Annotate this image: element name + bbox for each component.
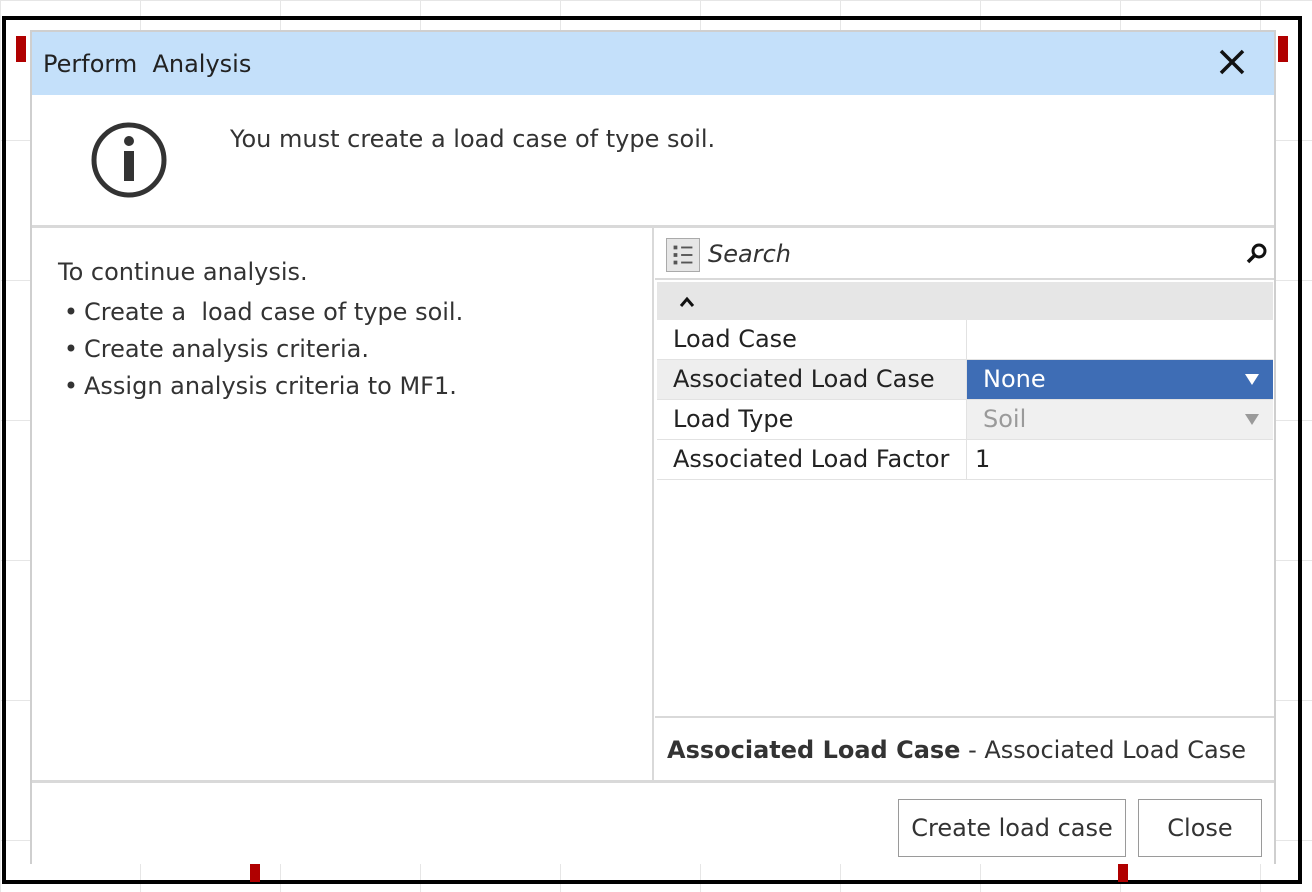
close-button[interactable]: Close xyxy=(1138,799,1262,857)
dropdown-value: None xyxy=(983,365,1046,393)
property-row-associated-load-case[interactable]: Associated Load Case None xyxy=(657,360,1273,400)
property-search-bar xyxy=(655,228,1274,280)
help-property-name: Associated Load Case xyxy=(667,736,961,764)
associated-load-factor-field[interactable]: 1 xyxy=(967,440,1273,479)
property-help-panel: Associated Load Case - Associated Load C… xyxy=(655,716,1274,780)
content-area: To continue analysis. Create a load case… xyxy=(32,228,1274,780)
help-separator: - xyxy=(960,736,985,764)
help-description: Associated Load Case xyxy=(984,736,1247,764)
categorized-view-icon[interactable] xyxy=(666,238,700,272)
perform-analysis-dialog: Perform Analysis You must create a load … xyxy=(30,30,1276,864)
property-grid: Load Case Associated Load Case None xyxy=(655,228,1274,780)
dialog-title: Perform Analysis xyxy=(43,50,252,78)
dropdown-value: Soil xyxy=(983,405,1027,433)
close-icon[interactable] xyxy=(1212,42,1252,82)
help-text: Associated Load Case - Associated Load C… xyxy=(667,736,1246,764)
search-icon[interactable] xyxy=(1246,242,1268,264)
property-row-associated-load-factor[interactable]: Associated Load Factor 1 xyxy=(657,440,1273,480)
property-row-load-case[interactable]: Load Case xyxy=(657,320,1273,360)
instruction-item: Create analysis criteria. xyxy=(58,331,463,368)
dropdown-arrow-icon xyxy=(1245,414,1259,425)
drawing-marker xyxy=(16,36,26,62)
load-type-dropdown: Soil xyxy=(967,400,1273,439)
drawing-marker xyxy=(1118,864,1128,882)
property-row-load-type[interactable]: Load Type Soil xyxy=(657,400,1273,440)
property-table: Load Case Associated Load Case None Load… xyxy=(657,320,1273,480)
instruction-item: Assign analysis criteria to MF1. xyxy=(58,368,463,405)
create-load-case-button[interactable]: Create load case xyxy=(898,799,1126,857)
property-category-header[interactable] xyxy=(657,282,1273,320)
drawing-marker xyxy=(250,864,260,882)
property-name: Associated Load Factor xyxy=(673,445,950,473)
property-value[interactable] xyxy=(967,320,1273,359)
instruction-item: Create a load case of type soil. xyxy=(58,294,463,331)
associated-load-case-dropdown[interactable]: None xyxy=(967,360,1273,399)
property-name: Associated Load Case xyxy=(673,365,935,393)
property-name: Load Case xyxy=(673,325,797,353)
property-name: Load Type xyxy=(673,405,794,433)
dialog-footer: Create load case Close xyxy=(32,780,1274,864)
info-icon xyxy=(91,122,167,198)
chevron-up-icon[interactable] xyxy=(679,296,695,308)
instructions-pane: To continue analysis. Create a load case… xyxy=(32,228,654,780)
instructions-heading: To continue analysis. xyxy=(58,258,308,286)
message-area: You must create a load case of type soil… xyxy=(32,95,1274,228)
dropdown-arrow-icon[interactable] xyxy=(1245,374,1259,385)
drawing-marker xyxy=(1278,36,1288,62)
dialog-titlebar: Perform Analysis xyxy=(32,32,1274,95)
message-text: You must create a load case of type soil… xyxy=(230,125,716,153)
instructions-list: Create a load case of type soil. Create … xyxy=(58,294,463,405)
property-search-input[interactable] xyxy=(708,237,1228,271)
